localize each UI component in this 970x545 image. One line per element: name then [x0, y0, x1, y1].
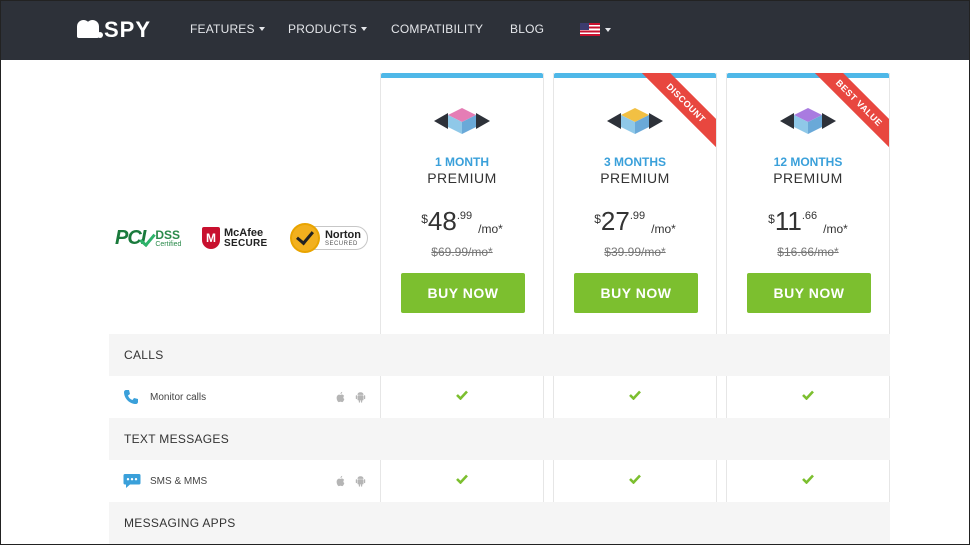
apple-icon	[336, 475, 345, 487]
price-integer: 11	[774, 206, 802, 236]
nav-blog-label: BLOG	[510, 22, 545, 36]
plan-price: $ 48 .99 /mo*	[381, 208, 543, 236]
nav-compatibility[interactable]: COMPATIBILITY	[391, 22, 483, 36]
check-icon	[141, 229, 153, 247]
nav-features-label: FEATURES	[190, 22, 255, 36]
price-currency: $	[421, 212, 428, 226]
logo-text: SPY	[104, 17, 152, 42]
feature-label: Monitor calls	[150, 392, 207, 403]
feature-row-monitor-calls[interactable]: Monitor calls	[109, 376, 890, 418]
mcafee-sub: SECURE	[224, 237, 268, 249]
plan-cube-icon	[434, 108, 490, 134]
mcafee-text: McAfee SECURE	[224, 226, 268, 249]
norton-name: Norton	[324, 228, 361, 241]
mcafee-shield-icon: M	[202, 227, 220, 249]
mspy-logo[interactable]: SPY	[77, 17, 151, 43]
checkmark-icon	[802, 390, 814, 400]
checkmark-icon	[456, 474, 468, 484]
section-title: MESSAGING APPS	[124, 516, 236, 530]
norton-text: Norton SECURED	[313, 226, 368, 250]
logo-m-icon	[77, 20, 103, 40]
nav-blog[interactable]: BLOG	[510, 22, 544, 36]
price-integer: 27	[600, 206, 630, 236]
card-top-bar	[554, 73, 716, 78]
checkmark-icon	[802, 474, 814, 484]
buy-now-button[interactable]: BUY NOW	[747, 273, 871, 313]
section-calls: CALLS	[109, 334, 890, 376]
mcafee-secure-badge: M McAfee SECURE	[202, 222, 267, 254]
old-price: $16.66/mo*	[777, 245, 839, 259]
price-currency: $	[594, 212, 601, 226]
chat-bubble-icon	[123, 474, 141, 488]
plan-price: $ 11 .66 /mo*	[727, 208, 889, 236]
section-title: TEXT MESSAGES	[124, 432, 230, 446]
plan-name: PREMIUM	[773, 170, 843, 186]
buy-now-button[interactable]: BUY NOW	[401, 273, 525, 313]
checkmark-icon	[629, 474, 641, 484]
dss-certified-label: Certified	[155, 240, 182, 248]
price-integer: 48	[427, 206, 457, 236]
plan-cube-icon	[607, 108, 663, 134]
chevron-down-icon[interactable]	[605, 28, 611, 32]
us-flag-icon[interactable]	[580, 23, 600, 36]
dss-text: DSS Certified	[155, 229, 181, 248]
nav-features[interactable]: FEATURES	[190, 22, 265, 36]
checkmark-icon	[456, 390, 468, 400]
old-price: $69.99/mo*	[431, 245, 493, 259]
section-messaging-apps: MESSAGING APPS	[109, 502, 890, 544]
chevron-down-icon	[258, 27, 265, 31]
top-navbar: SPY FEATURES PRODUCTS COMPATIBILITY BLOG	[0, 0, 970, 60]
android-icon	[355, 476, 366, 487]
feature-label: SMS & MMS	[150, 476, 208, 487]
price-cents: .99	[629, 210, 646, 222]
card-top-bar	[727, 73, 889, 78]
dss-label: DSS	[155, 227, 181, 242]
plan-period: 12 MONTHS	[773, 155, 843, 169]
feature-row-sms-mms[interactable]: SMS & MMS	[109, 460, 890, 502]
norton-secured-badge: Norton SECURED	[290, 222, 368, 254]
price-cents: .66	[801, 210, 818, 222]
price-cents: .99	[456, 210, 473, 222]
nav-products[interactable]: PRODUCTS	[288, 22, 367, 36]
checkmark-icon	[629, 390, 641, 400]
apple-icon	[336, 391, 345, 403]
section-text-messages: TEXT MESSAGES	[109, 418, 890, 460]
mcafee-name: McAfee	[224, 226, 264, 239]
nav-products-label: PRODUCTS	[288, 22, 357, 36]
plan-name: PREMIUM	[600, 170, 670, 186]
buy-now-button[interactable]: BUY NOW	[574, 273, 698, 313]
android-icon	[355, 392, 366, 403]
price-period: /mo*	[651, 222, 676, 236]
price-currency: $	[768, 212, 775, 226]
norton-sub: SECURED	[324, 240, 358, 247]
plan-period: 3 MONTHS	[603, 155, 666, 169]
chevron-down-icon	[360, 27, 367, 31]
price-period: /mo*	[478, 222, 503, 236]
old-price: $39.99/mo*	[604, 245, 666, 259]
plan-period: 1 MONTH	[435, 155, 489, 169]
nav-compatibility-label: COMPATIBILITY	[391, 22, 484, 36]
section-title: CALLS	[124, 348, 164, 362]
plan-cube-icon	[780, 108, 836, 134]
phone-icon	[124, 390, 138, 404]
pci-dss-badge: PCI DSS Certified	[115, 222, 181, 254]
card-top-bar	[381, 73, 543, 78]
norton-check-icon	[290, 223, 320, 253]
plan-name: PREMIUM	[427, 170, 497, 186]
plan-price: $ 27 .99 /mo*	[554, 208, 716, 236]
price-period: /mo*	[823, 222, 848, 236]
